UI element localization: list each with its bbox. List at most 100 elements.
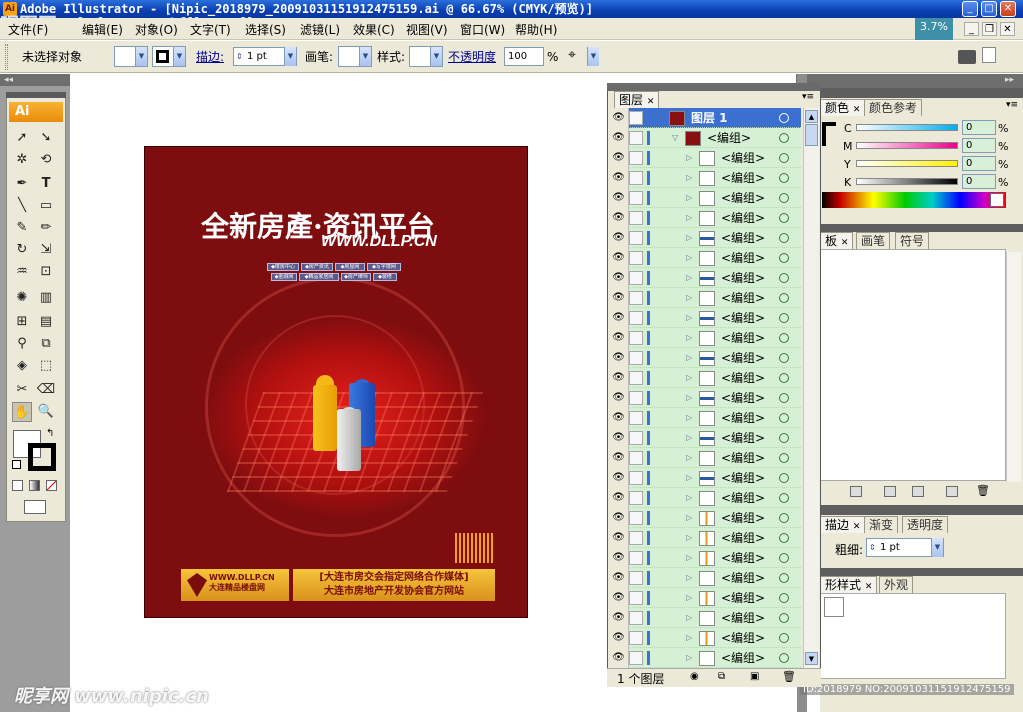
live-paint-selection-tool-icon[interactable]: ⬚	[36, 356, 56, 376]
visibility-eye-icon[interactable]: 👁	[609, 608, 629, 628]
cmyk-c-value[interactable]: 0	[962, 120, 996, 135]
close-button[interactable]: ✕	[1000, 1, 1016, 17]
target-circle-icon[interactable]	[779, 573, 789, 583]
layer-row-child[interactable]: 👁 ▷ <编组>	[609, 388, 801, 408]
line-tool-icon[interactable]: ╲	[12, 196, 32, 216]
layer-row-child[interactable]: 👁 ▷ <编组>	[609, 448, 801, 468]
cmyk-y-value[interactable]: 0	[962, 156, 996, 171]
lock-toggle[interactable]	[629, 591, 643, 605]
target-circle-icon[interactable]	[779, 413, 789, 423]
selection-tool-icon[interactable]: ➚	[12, 128, 32, 148]
stroke-weight-field[interactable]: ⇕ 1 pt ▼	[233, 47, 297, 66]
layer-row-child[interactable]: 👁 ▷ <编组>	[609, 568, 801, 588]
cmyk-m-value[interactable]: 0	[962, 138, 996, 153]
lock-toggle[interactable]	[629, 371, 643, 385]
brush-dropdown-icon[interactable]: ▼	[359, 47, 371, 66]
fill-dropdown-icon[interactable]: ▼	[135, 47, 147, 66]
target-circle-icon[interactable]	[779, 473, 789, 483]
style-picker[interactable]: ▼	[409, 46, 443, 67]
lock-toggle[interactable]	[629, 231, 643, 245]
lock-toggle[interactable]	[629, 451, 643, 465]
visibility-eye-icon[interactable]: 👁	[609, 288, 629, 308]
visibility-eye-icon[interactable]: 👁	[609, 388, 629, 408]
menu-view[interactable]: 视图(V)	[406, 22, 448, 38]
swatches-list[interactable]	[820, 249, 1006, 481]
lock-toggle[interactable]	[629, 111, 643, 125]
brush-picker[interactable]: ▼	[338, 46, 372, 67]
visibility-eye-icon[interactable]: 👁	[609, 108, 629, 128]
tab-close-icon[interactable]: ✕	[853, 105, 861, 115]
hand-tool-icon[interactable]: ✋	[12, 402, 32, 422]
swatch-library-icon[interactable]	[850, 486, 862, 497]
weight-dropdown-icon[interactable]: ▼	[931, 538, 943, 557]
swap-colors-icon[interactable]: ↰	[46, 428, 54, 439]
column-graph-tool-icon[interactable]: ▥	[36, 288, 56, 308]
layer-row-child[interactable]: 👁 ▷ <编组>	[609, 288, 801, 308]
lock-toggle[interactable]	[629, 571, 643, 585]
target-circle-icon[interactable]	[779, 493, 789, 503]
visibility-eye-icon[interactable]: 👁	[609, 648, 629, 668]
menu-edit[interactable]: 编辑(E)	[82, 22, 123, 38]
lock-toggle[interactable]	[629, 171, 643, 185]
target-circle-icon[interactable]	[779, 293, 789, 303]
stroke-color-box-icon[interactable]	[28, 443, 56, 471]
layer-row-child[interactable]: 👁 ▷ <编组>	[609, 428, 801, 448]
target-circle-icon[interactable]	[779, 113, 789, 123]
cmyk-y-slider[interactable]	[856, 160, 958, 167]
mesh-tool-icon[interactable]: ⊞	[12, 312, 32, 332]
tab-stroke[interactable]: 描边 ✕	[820, 516, 866, 533]
stroke-swatch[interactable]: ▼	[152, 46, 186, 67]
target-circle-icon[interactable]	[779, 513, 789, 523]
doc-restore-button[interactable]: ❐	[982, 22, 997, 36]
lock-toggle[interactable]	[629, 411, 643, 425]
stroke-link[interactable]: 描边:	[196, 50, 224, 64]
tab-graphic-styles[interactable]: 形样式 ✕	[820, 576, 878, 593]
visibility-eye-icon[interactable]: 👁	[609, 148, 629, 168]
stepper-icon[interactable]: ⇕	[869, 539, 876, 556]
expand-arrow-icon[interactable]: ▷	[686, 508, 692, 528]
stroke-panel-header[interactable]	[807, 505, 1023, 515]
cmyk-c-slider[interactable]	[856, 124, 958, 131]
tab-gradient[interactable]: 渐变	[864, 516, 899, 533]
expand-arrow-icon[interactable]: ▷	[686, 268, 692, 288]
layer-row-top[interactable]: 👁 ▽ 图层 1	[609, 108, 801, 128]
tab-appearance[interactable]: 外观	[879, 576, 914, 593]
target-circle-icon[interactable]	[779, 373, 789, 383]
target-circle-icon[interactable]	[779, 133, 789, 143]
visibility-eye-icon[interactable]: 👁	[609, 188, 629, 208]
target-circle-icon[interactable]	[779, 333, 789, 343]
target-circle-icon[interactable]	[779, 173, 789, 183]
visibility-eye-icon[interactable]: 👁	[609, 328, 629, 348]
stepper-icon[interactable]: ⇕	[236, 48, 243, 65]
target-circle-icon[interactable]	[779, 593, 789, 603]
visibility-eye-icon[interactable]: 👁	[609, 508, 629, 528]
toolbox-header[interactable]	[6, 92, 66, 98]
control-bar-grip[interactable]	[5, 44, 8, 70]
target-circle-icon[interactable]	[779, 613, 789, 623]
menu-type[interactable]: 文字(T)	[190, 22, 231, 38]
expand-arrow-icon[interactable]: ▽	[672, 128, 678, 148]
none-mode-icon[interactable]	[46, 480, 57, 491]
target-circle-icon[interactable]	[779, 433, 789, 443]
color-panel-menu-icon[interactable]: ▾≡	[1006, 100, 1018, 110]
scroll-thumb[interactable]	[805, 124, 818, 146]
layer-row-child[interactable]: 👁 ▷ <编组>	[609, 328, 801, 348]
white-swatch[interactable]	[990, 193, 1004, 207]
tab-swatches[interactable]: 板 ✕	[820, 232, 854, 249]
maximize-button[interactable]: □	[981, 1, 997, 17]
expand-arrow-icon[interactable]: ▷	[686, 288, 692, 308]
target-circle-icon[interactable]	[779, 313, 789, 323]
expand-arrow-icon[interactable]: ▷	[686, 368, 692, 388]
new-swatch-icon[interactable]	[946, 486, 958, 497]
expand-arrow-icon[interactable]: ▷	[686, 428, 692, 448]
tab-close-icon[interactable]: ✕	[647, 97, 655, 107]
tab-transparency[interactable]: 透明度	[902, 516, 949, 533]
scroll-down-icon[interactable]: ▼	[805, 652, 818, 665]
lock-toggle[interactable]	[629, 331, 643, 345]
visibility-eye-icon[interactable]: 👁	[609, 428, 629, 448]
color-mode-icon[interactable]	[12, 480, 23, 491]
document-icon[interactable]	[982, 47, 996, 63]
layer-row-child[interactable]: 👁 ▷ <编组>	[609, 408, 801, 428]
lock-toggle[interactable]	[629, 651, 643, 665]
expand-arrow-icon[interactable]: ▷	[686, 308, 692, 328]
